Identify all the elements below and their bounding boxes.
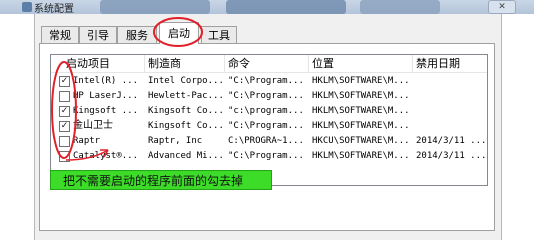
table-row[interactable]: ✓ 金山卫士 Kingsoft Co... "C:\Program... HKL…	[51, 119, 487, 133]
startup-item-command: "C:\Program...	[228, 151, 304, 161]
column-header-location[interactable]: 位置	[309, 55, 413, 72]
startup-item-name: Catalyst®...	[73, 151, 139, 161]
startup-item-location: HKLM\SOFTWARE\M...	[312, 106, 410, 116]
dialog-body: 常规 引导 服务 启动 工具 启动项目 制造商 命令 位置 禁用日期 ✓ Int…	[34, 14, 502, 240]
startup-checkbox[interactable]: ✓	[59, 106, 70, 117]
startup-item-name: 金山卫士	[73, 120, 113, 131]
close-button[interactable]: ✕	[488, 0, 516, 14]
tab-startup[interactable]: 启动	[159, 22, 199, 44]
startup-item-name: Raptr	[73, 136, 101, 146]
column-header-command[interactable]: 命令	[225, 55, 309, 72]
table-row[interactable]: ✓ Kingsoft ... Kingsoft Co... "c:\progra…	[51, 104, 487, 118]
tab-tools[interactable]: 工具	[201, 26, 237, 43]
startup-item-command: "c:\program...	[228, 106, 304, 116]
annotation-callout: 把不需要启动的程序前面的勾去掉	[50, 170, 272, 190]
window-title: 系统配置	[34, 4, 74, 14]
startup-item-location: HKLM\SOFTWARE\M...	[312, 121, 410, 131]
startup-item-name: Kingsoft ...	[73, 106, 139, 116]
startup-item-maker: Advanced Mi...	[148, 151, 224, 161]
startup-item-maker: Raptr, Inc	[148, 136, 203, 146]
column-header-disabled-date[interactable]: 禁用日期	[413, 55, 487, 72]
table-row[interactable]: Raptr Raptr, Inc C:\PROGRA~1... HKCU\SOF…	[51, 134, 487, 148]
startup-item-maker: Kingsoft Co...	[148, 106, 224, 116]
startup-item-maker: Kingsoft Co...	[148, 121, 224, 131]
startup-checkbox[interactable]	[59, 151, 70, 162]
startup-list: 启动项目 制造商 命令 位置 禁用日期 ✓ Intel(R) ... Intel…	[50, 54, 488, 186]
app-icon	[22, 2, 32, 12]
column-header-item[interactable]: 启动项目	[63, 55, 145, 72]
table-row[interactable]: Catalyst®... Advanced Mi... "C:\Program.…	[51, 149, 487, 163]
startup-item-maker: Intel Corpo...	[148, 76, 224, 86]
startup-checkbox[interactable]: ✓	[59, 121, 70, 132]
title-bar: 系统配置 ✕	[0, 0, 534, 14]
tab-services[interactable]: 服务	[117, 26, 157, 43]
startup-item-command: "C:\Program...	[228, 76, 304, 86]
column-header-maker[interactable]: 制造商	[145, 55, 225, 72]
tab-general[interactable]: 常规	[41, 26, 79, 43]
startup-item-command: "C:\Program...	[228, 121, 304, 131]
startup-checkbox[interactable]	[59, 136, 70, 147]
startup-item-location: HKLM\SOFTWARE\M...	[312, 151, 410, 161]
startup-checkbox[interactable]	[59, 91, 70, 102]
startup-item-maker: Hewlett-Pac...	[148, 91, 224, 101]
startup-item-disabled-date: 2014/3/11 ...	[416, 136, 487, 146]
tab-boot[interactable]: 引导	[79, 26, 117, 43]
startup-item-name: Intel(R) ...	[73, 76, 139, 86]
table-row[interactable]: HP LaserJ... Hewlett-Pac... "C:\Program.…	[51, 89, 487, 103]
startup-panel: 启动项目 制造商 命令 位置 禁用日期 ✓ Intel(R) ... Intel…	[39, 43, 495, 231]
startup-item-location: HKLM\SOFTWARE\M...	[312, 76, 410, 86]
startup-item-location: HKCU\SOFTWARE\M...	[312, 136, 410, 146]
startup-item-disabled-date: 2014/3/11 ...	[416, 151, 487, 161]
startup-item-location: HKLM\SOFTWARE\M...	[312, 91, 410, 101]
list-header: 启动项目 制造商 命令 位置 禁用日期	[51, 55, 487, 73]
startup-item-name: HP LaserJ...	[73, 91, 139, 101]
startup-item-command: "C:\Program...	[228, 91, 304, 101]
startup-checkbox[interactable]: ✓	[59, 76, 70, 87]
table-row[interactable]: ✓ Intel(R) ... Intel Corpo... "C:\Progra…	[51, 74, 487, 88]
startup-item-command: C:\PROGRA~1...	[228, 136, 304, 146]
